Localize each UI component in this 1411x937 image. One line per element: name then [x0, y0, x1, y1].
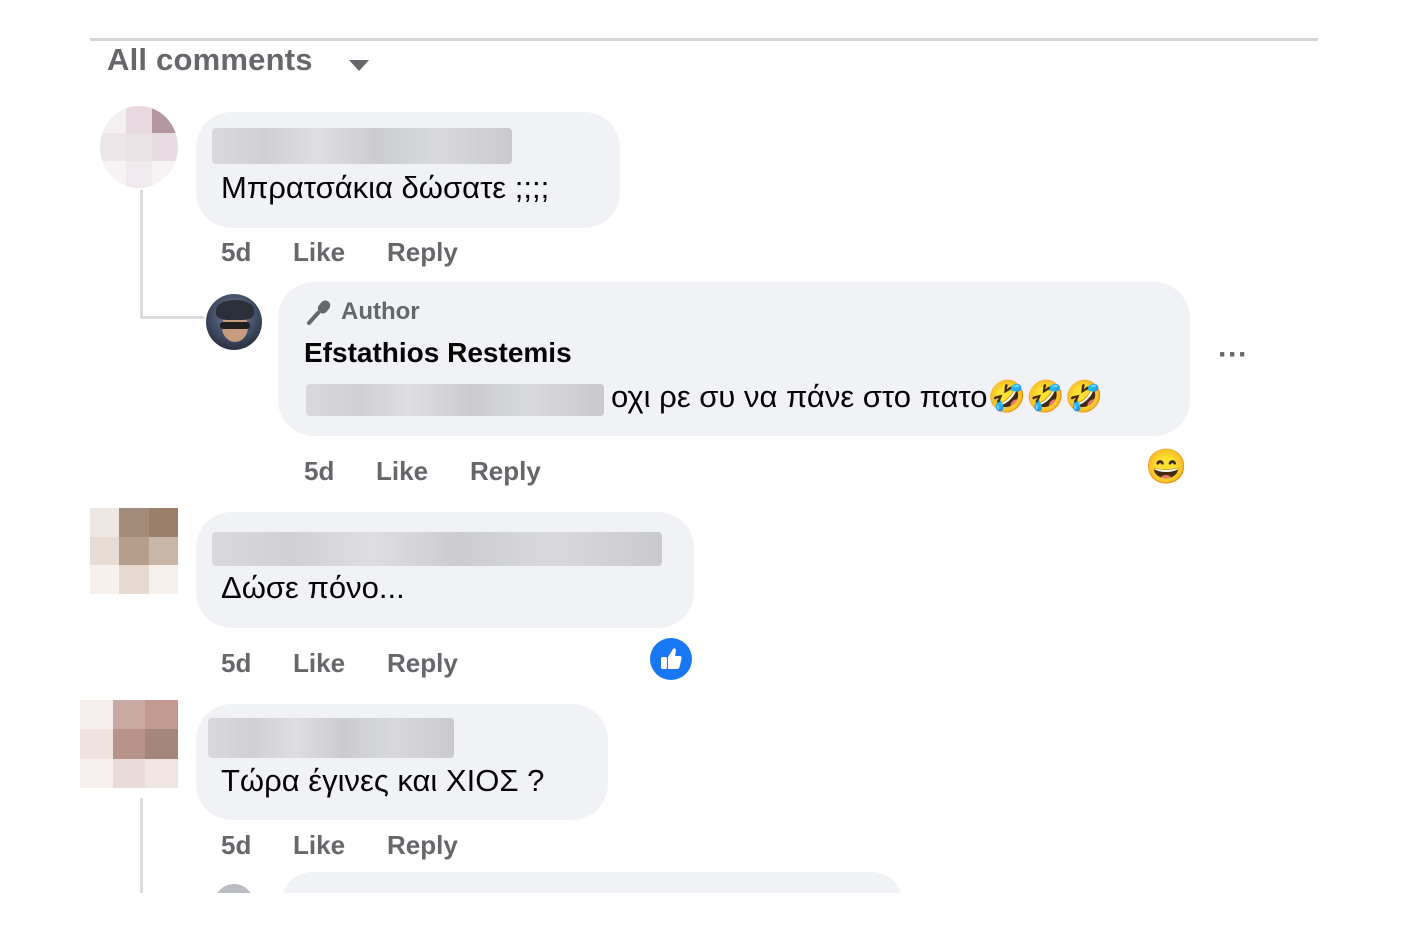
reply-button[interactable]: Reply: [470, 456, 541, 487]
comment-text: Μπρατσάκια δώσατε ;;;;: [221, 170, 550, 205]
author-avatar[interactable]: [206, 294, 262, 350]
like-button[interactable]: Like: [293, 648, 345, 679]
bottom-fade: [0, 893, 1411, 937]
thread-connector: [140, 798, 143, 893]
comment-timestamp[interactable]: 5d: [304, 456, 334, 487]
more-options-icon[interactable]: ···: [1218, 338, 1248, 372]
author-badge: Author: [341, 298, 420, 325]
avatar[interactable]: [80, 700, 178, 788]
like-button[interactable]: Like: [293, 237, 345, 268]
comment-sort-label[interactable]: All comments: [107, 42, 313, 78]
avatar[interactable]: [90, 508, 178, 594]
comment-timestamp[interactable]: 5d: [221, 830, 251, 861]
thumbs-up-icon: [661, 648, 682, 669]
avatar[interactable]: [100, 106, 178, 188]
blurred-commenter-name: [208, 718, 454, 758]
reply-button[interactable]: Reply: [387, 237, 458, 268]
thread-connector: [140, 190, 143, 318]
like-button[interactable]: Like: [376, 456, 428, 487]
comment-text: Τώρα έγινες και ΧΙΟΣ ?: [221, 763, 545, 798]
comment-text: οχι ρε συ να πάνε στο πατο🤣🤣🤣: [611, 379, 1104, 414]
microphone-icon: [307, 300, 331, 325]
blurred-commenter-name: [212, 128, 512, 164]
blurred-mention: [306, 384, 604, 416]
haha-reaction-icon[interactable]: 😄: [1145, 446, 1187, 488]
like-button[interactable]: Like: [293, 830, 345, 861]
thread-connector-elbow: [140, 316, 204, 319]
commenter-name[interactable]: Efstathios Restemis: [304, 337, 572, 369]
blurred-commenter-name: [212, 532, 662, 566]
comment-text: Δώσε πόνο...: [221, 570, 405, 605]
reply-button[interactable]: Reply: [387, 830, 458, 861]
reply-button[interactable]: Reply: [387, 648, 458, 679]
comment-timestamp[interactable]: 5d: [221, 237, 251, 268]
like-reaction-icon[interactable]: [650, 638, 692, 680]
comment-timestamp[interactable]: 5d: [221, 648, 251, 679]
caret-down-icon[interactable]: [349, 60, 369, 71]
top-divider: [90, 38, 1318, 41]
